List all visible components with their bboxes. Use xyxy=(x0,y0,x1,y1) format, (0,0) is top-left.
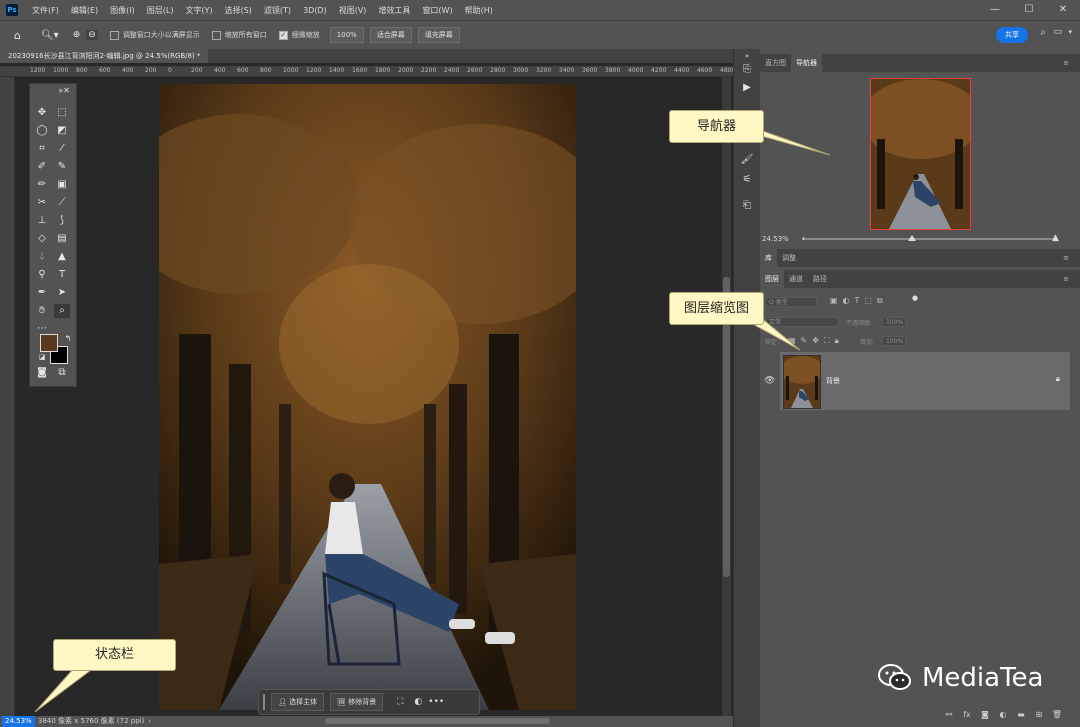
layer-thumbnail-callout: 图层缩览图 xyxy=(669,292,764,325)
callout-pointers xyxy=(34,129,831,713)
statusbar-callout: 状态栏 xyxy=(53,639,176,671)
watermark-text: MediaTea xyxy=(922,663,1044,693)
navigator-callout: 导航器 xyxy=(669,110,764,143)
watermark: MediaTea xyxy=(878,663,1043,693)
wechat-logo-icon xyxy=(878,664,912,692)
